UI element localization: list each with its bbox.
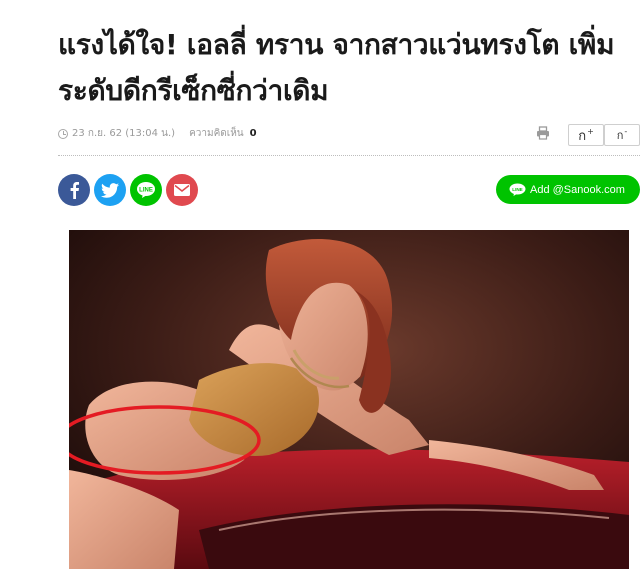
font-size-decrease-button[interactable]: ก-: [604, 124, 640, 146]
clock-icon: [58, 128, 68, 139]
font-size-increase-button[interactable]: ก +: [568, 124, 604, 146]
comment-label[interactable]: ความคิดเห็น: [189, 126, 244, 141]
font-decrease-sign: -: [624, 126, 628, 136]
line-icon: LINE: [137, 182, 155, 198]
facebook-icon: [70, 182, 79, 199]
article-headline: แรงได้ใจ! เอลลี่ ทราน จากสาวแว่นทรงโต เพ…: [58, 28, 615, 107]
article-photo-illustration: [69, 230, 629, 569]
font-decrease-glyph: ก: [616, 129, 624, 142]
meta-divider: [58, 155, 640, 156]
svg-text:LINE: LINE: [139, 188, 153, 194]
article-meta: 23 ก.ย. 62 (13:04 น.) ความคิดเห็น 0 ก + ก…: [58, 124, 640, 146]
share-bar: LINE: [58, 174, 198, 206]
twitter-share-button[interactable]: [94, 174, 126, 206]
svg-text:LINE: LINE: [512, 187, 522, 192]
twitter-icon: [101, 182, 119, 198]
article-photo: [69, 230, 629, 569]
mail-icon: [174, 184, 190, 196]
mail-share-button[interactable]: [166, 174, 198, 206]
line-bubble-icon: LINE: [509, 183, 526, 196]
article-date: 23 ก.ย. 62 (13:04 น.): [72, 128, 176, 139]
add-line-friend-button[interactable]: LINE Add @Sanook.com: [496, 175, 640, 204]
print-icon[interactable]: [536, 126, 550, 140]
facebook-share-button[interactable]: [58, 174, 90, 206]
font-increase-sign: +: [587, 126, 594, 136]
add-line-label: Add @Sanook.com: [530, 183, 625, 196]
font-increase-glyph: ก: [578, 128, 587, 144]
meta-info: 23 ก.ย. 62 (13:04 น.) ความคิดเห็น 0: [58, 126, 257, 141]
comment-count[interactable]: 0: [250, 128, 257, 139]
line-share-button[interactable]: LINE: [130, 174, 162, 206]
